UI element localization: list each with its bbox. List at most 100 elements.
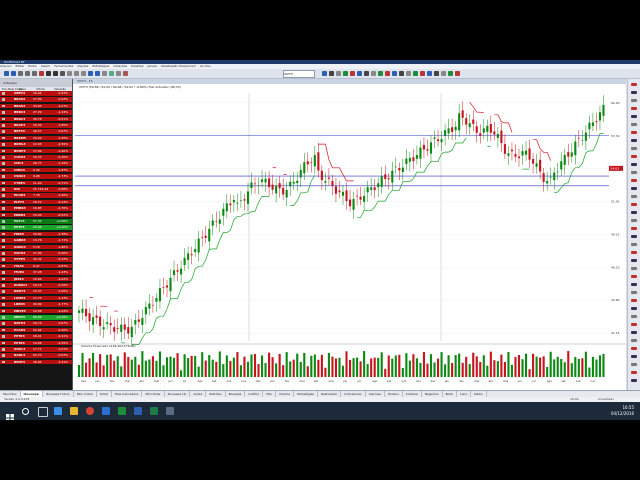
- sidebar-tabs[interactable]: Cotações: [0, 79, 72, 87]
- side-tool-icon[interactable]: [631, 331, 637, 334]
- side-tool-icon[interactable]: [631, 195, 637, 198]
- quote-row[interactable]: BBDC4 27,29 -1,24%: [0, 110, 72, 115]
- side-tool-icon[interactable]: [631, 299, 637, 302]
- menu-item-9[interactable]: Janela: [148, 64, 157, 68]
- menu-item-7[interactable]: Cotações: [113, 64, 127, 68]
- side-tool-icon[interactable]: [631, 187, 637, 190]
- menu-item-2[interactable]: Exibir: [28, 64, 36, 68]
- toolbar-drawing-icon[interactable]: [406, 71, 411, 76]
- menu-item-8[interactable]: Desktop: [131, 64, 143, 68]
- toolbar-drawing-icon[interactable]: [392, 71, 397, 76]
- side-tool-icon[interactable]: [631, 251, 637, 254]
- edge-browser-icon[interactable]: [54, 407, 62, 415]
- side-tool-icon[interactable]: [631, 275, 637, 278]
- menu-item-11[interactable]: Ao Vivo: [200, 64, 211, 68]
- quote-row[interactable]: QUAL3 17,71 -1,01%: [0, 347, 72, 352]
- quote-row[interactable]: NATU3 29,74 -0,67%: [0, 321, 72, 326]
- quote-row[interactable]: ABEV3 16,44 -0,54%: [0, 91, 72, 96]
- quote-row[interactable]: EQTL3 57,34 +0,66%: [0, 219, 72, 224]
- symbol-input[interactable]: VIVT3: [283, 70, 315, 78]
- side-tool-icon[interactable]: [631, 139, 637, 142]
- toolbar-drawing-icon[interactable]: [357, 71, 362, 76]
- toolbar-drawing-icon[interactable]: [441, 71, 446, 76]
- toolbar-button-icon[interactable]: [88, 71, 93, 76]
- price-chart[interactable]: 60,0057,3054,6151,9249,2246,5343,8441,14…: [73, 79, 626, 390]
- toolbar-button-icon[interactable]: [102, 71, 107, 76]
- side-tool-icon[interactable]: [631, 291, 637, 294]
- side-tool-icon[interactable]: [631, 363, 637, 366]
- file-explorer-icon[interactable]: [70, 407, 78, 415]
- menu-item-5[interactable]: Opções: [77, 64, 88, 68]
- side-tool-icon[interactable]: [631, 315, 637, 318]
- quote-row[interactable]: ITUB4 37,28 -1,43%: [0, 270, 72, 275]
- toolbar-drawing-icon[interactable]: [385, 71, 390, 76]
- toolbar-button-icon[interactable]: [95, 71, 100, 76]
- quote-row[interactable]: KROT3 15,07 -1,05%: [0, 289, 72, 294]
- side-tool-icon[interactable]: [631, 283, 637, 286]
- word-icon[interactable]: [134, 407, 142, 415]
- toolbar-button-icon[interactable]: [18, 71, 23, 76]
- quote-row[interactable]: GOAU4 5,79 -1,86%: [0, 244, 72, 250]
- side-tool-icon[interactable]: [631, 307, 637, 310]
- toolbar-drawing-icon[interactable]: [329, 71, 334, 76]
- side-tool-icon[interactable]: [631, 203, 637, 206]
- side-tool-icon[interactable]: [631, 179, 637, 182]
- toolbar-button-icon[interactable]: [53, 71, 58, 76]
- quote-row[interactable]: ECOR3 7,78 -2,26%: [0, 193, 72, 198]
- side-tool-icon[interactable]: [631, 235, 637, 238]
- quote-row[interactable]: ELET3 16,70 -0,24%: [0, 199, 72, 205]
- quote-row[interactable]: HYPE3 30,32 -0,33%: [0, 257, 72, 262]
- system-clock[interactable]: 16:55 04/12/2016: [594, 405, 634, 417]
- toolbar-button-icon[interactable]: [4, 71, 9, 76]
- chart-tab[interactable]: VIVT3 - 15: [73, 79, 626, 84]
- quote-row[interactable]: PETR4 14,58 -1,55%: [0, 340, 72, 346]
- quote-row[interactable]: BBAS3 27,89 -0,93%: [0, 97, 72, 102]
- toolbar-drawing-icon[interactable]: [455, 71, 460, 76]
- side-tool-icon[interactable]: [631, 115, 637, 118]
- quote-row[interactable]: RADL3 63,70 -0,63%: [0, 353, 72, 358]
- side-tool-icon[interactable]: [631, 227, 637, 230]
- task-view-icon[interactable]: [38, 407, 48, 417]
- side-tool-icon[interactable]: [631, 211, 637, 214]
- toolbar-drawing-icon[interactable]: [378, 71, 383, 76]
- menu-item-3[interactable]: Inserir: [41, 64, 51, 68]
- quote-row[interactable]: KLBN11 16,16 -0,49%: [0, 283, 72, 288]
- side-tool-icon[interactable]: [631, 83, 637, 86]
- quote-row[interactable]: BBDC3 26,78 -0,51%: [0, 116, 72, 122]
- quote-row[interactable]: JBSS3 10,66 -2,02%: [0, 276, 72, 282]
- menu-item-4[interactable]: Ferramentas: [54, 64, 73, 68]
- toolbar-drawing-icon[interactable]: [413, 71, 418, 76]
- toolbar-drawing-icon[interactable]: [434, 71, 439, 76]
- toolbar-button-icon[interactable]: [67, 71, 72, 76]
- menu-item-6[interactable]: Estratégias: [92, 64, 109, 68]
- toolbar-button-icon[interactable]: [123, 71, 128, 76]
- toolbar-button-icon[interactable]: [60, 71, 65, 76]
- toolbar-button-icon[interactable]: [109, 71, 114, 76]
- quote-row[interactable]: HGTX3 27,99 -0,96%: [0, 251, 72, 256]
- side-tool-icon[interactable]: [631, 99, 637, 102]
- quote-row[interactable]: PETR3 16,41 -0,91%: [0, 334, 72, 339]
- quote-row[interactable]: DIX 25 145,49 -0,88%: [0, 187, 72, 192]
- quote-row[interactable]: BVMF3 17,09 -1,90%: [0, 148, 72, 154]
- windows-start-icon[interactable]: [6, 407, 14, 420]
- toolbar-drawing-icon[interactable]: [448, 71, 453, 76]
- side-tool-icon[interactable]: [631, 379, 637, 382]
- quote-row[interactable]: RENT3 36,85 -1,31%: [0, 359, 72, 365]
- sidebar-tab-cotacoes[interactable]: Cotações: [3, 81, 17, 85]
- quote-row[interactable]: MRVE3 12,58 -1,04%: [0, 308, 72, 314]
- quote-row[interactable]: BRAP4 16,39 -1,85%: [0, 123, 72, 128]
- quote-row[interactable]: BRFS3 36,57 -0,67%: [0, 129, 72, 134]
- toolbar-drawing-icon[interactable]: [336, 71, 341, 76]
- side-tool-icon[interactable]: [631, 123, 637, 126]
- menu-item-1[interactable]: Editar: [15, 64, 24, 68]
- side-tool-icon[interactable]: [631, 267, 637, 270]
- quote-row[interactable]: LREN3 30,09 -1,77%: [0, 302, 72, 307]
- toolbar-button-icon[interactable]: [46, 71, 51, 76]
- toolbar-drawing-icon[interactable]: [350, 71, 355, 76]
- side-tool-icon[interactable]: [631, 259, 637, 262]
- toolbar-button-icon[interactable]: [81, 71, 86, 76]
- side-tool-icon[interactable]: [631, 371, 637, 374]
- quote-row[interactable]: EMBR3 16,85 -0,76%: [0, 206, 72, 211]
- quote-row[interactable]: FIBR3 30,60 -1,38%: [0, 231, 72, 237]
- store-icon[interactable]: [102, 407, 110, 415]
